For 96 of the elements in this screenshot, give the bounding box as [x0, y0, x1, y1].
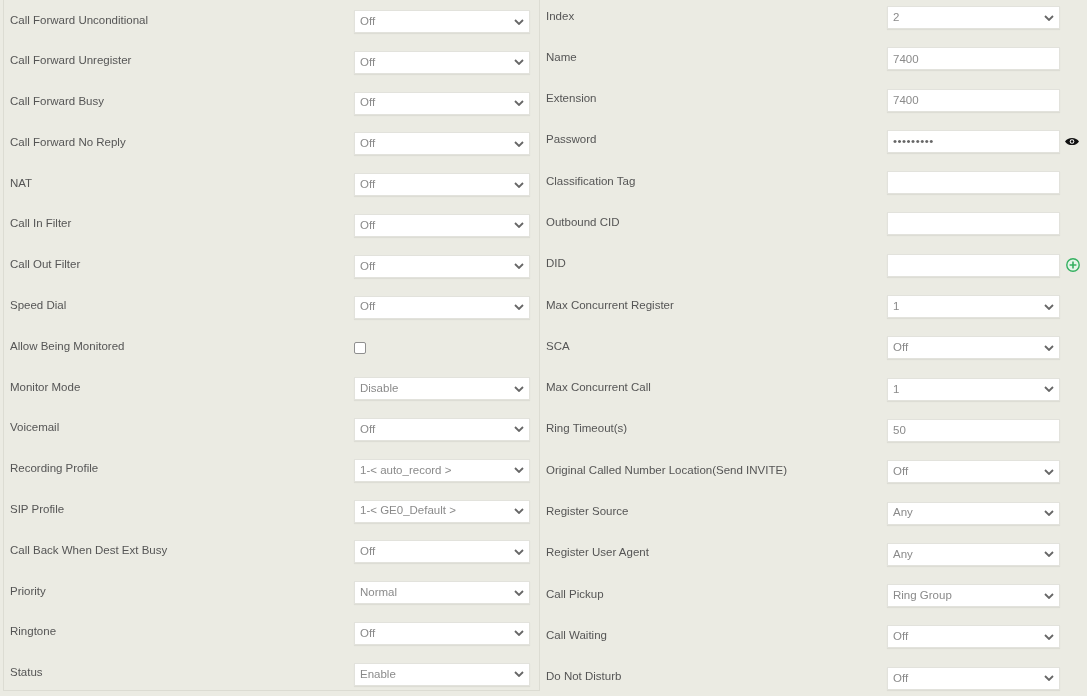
chevron-down-icon: [1044, 675, 1054, 682]
field-label: Call Forward Unregister: [10, 53, 133, 68]
field-label: Extension: [546, 91, 598, 106]
select-field[interactable]: Any: [887, 542, 1060, 566]
chevron-down-icon: [514, 467, 524, 474]
field-label: SIP Profile: [10, 502, 66, 517]
field-label: Call Back When Dest Ext Busy: [10, 542, 169, 557]
field-label: Monitor Mode: [10, 379, 82, 394]
field-label: Max Concurrent Call: [546, 380, 652, 395]
chevron-down-icon: [514, 140, 524, 147]
field-label: Call In Filter: [10, 216, 73, 231]
text-field[interactable]: [887, 212, 1060, 236]
field-label: DID: [546, 256, 567, 271]
chevron-down-icon: [514, 630, 524, 637]
chevron-down-icon: [1044, 468, 1054, 475]
select-field[interactable]: Off: [354, 254, 530, 278]
select-field[interactable]: 2: [887, 6, 1060, 29]
field-label: Original Called Number Location(Send INVITE): [546, 462, 788, 477]
field-label: Call Forward Unconditional: [10, 12, 150, 27]
select-field[interactable]: Enable: [354, 662, 530, 686]
chevron-down-icon: [514, 181, 524, 188]
field-label: Ring Timeout(s): [546, 421, 629, 436]
field-label: Classification Tag: [546, 173, 637, 188]
field-label: Status: [10, 665, 44, 680]
field-label: SCA: [546, 338, 571, 353]
field-label: Call Waiting: [546, 627, 608, 642]
text-field[interactable]: [887, 171, 1060, 195]
chevron-down-icon: [1044, 386, 1054, 393]
select-field[interactable]: Off: [354, 295, 530, 319]
field-label: Voicemail: [10, 420, 61, 435]
select-field[interactable]: 1-< GE0_Default >: [354, 499, 530, 523]
chevron-down-icon: [514, 304, 524, 311]
field-label: Call Pickup: [546, 586, 605, 601]
chevron-down-icon: [514, 671, 524, 678]
field-label: Outbound CID: [546, 215, 621, 229]
text-field[interactable]: 7400: [887, 47, 1060, 71]
chevron-down-icon: [514, 100, 524, 107]
chevron-down-icon: [514, 426, 524, 433]
select-field[interactable]: Off: [354, 621, 530, 645]
field-label: Index: [546, 8, 576, 23]
field-label: Name: [546, 49, 578, 64]
select-field[interactable]: Any: [887, 501, 1060, 525]
chevron-down-icon: [1044, 14, 1054, 21]
chevron-down-icon: [514, 263, 524, 270]
field-label: Call Forward Busy: [10, 94, 105, 109]
select-field[interactable]: Off: [887, 625, 1060, 649]
checkbox[interactable]: [354, 341, 366, 354]
field-label: Register User Agent: [546, 545, 650, 560]
password-field[interactable]: •••••••••: [887, 129, 1060, 153]
select-field[interactable]: Ring Group: [887, 584, 1060, 608]
field-label: Password: [546, 132, 598, 147]
chevron-down-icon: [1044, 510, 1054, 517]
field-label: Call Forward No Reply: [10, 134, 127, 149]
chevron-down-icon: [1044, 592, 1054, 599]
chevron-down-icon: [1044, 303, 1054, 310]
chevron-down-icon: [1044, 633, 1054, 640]
field-label: Max Concurrent Register: [546, 297, 675, 312]
text-field[interactable]: [887, 253, 1060, 277]
select-field[interactable]: 1: [887, 295, 1060, 319]
select-field[interactable]: Off: [354, 91, 530, 115]
field-label: Register Source: [546, 504, 630, 519]
field-label: Allow Being Monitored: [10, 338, 126, 353]
chevron-down-icon: [1044, 551, 1054, 558]
field-label: NAT: [10, 175, 34, 190]
chevron-down-icon: [514, 589, 524, 596]
select-field[interactable]: Off: [887, 460, 1060, 484]
chevron-down-icon: [514, 548, 524, 555]
chevron-down-icon: [514, 222, 524, 229]
select-field[interactable]: Off: [354, 214, 530, 237]
select-field[interactable]: 1: [887, 377, 1060, 401]
field-label: Ringtone: [10, 624, 58, 639]
select-field[interactable]: Off: [354, 173, 530, 197]
field-label: Priority: [10, 583, 47, 598]
select-field[interactable]: Off: [354, 540, 530, 564]
field-label: Call Out Filter: [10, 257, 82, 272]
eye-icon[interactable]: [1065, 136, 1079, 146]
field-label: Recording Profile: [10, 461, 100, 476]
select-field[interactable]: Off: [354, 132, 530, 156]
select-field[interactable]: Disable: [354, 377, 530, 401]
select-field[interactable]: Off: [887, 666, 1060, 690]
select-field[interactable]: Off: [354, 417, 530, 441]
select-field[interactable]: Off: [887, 336, 1060, 360]
chevron-down-icon: [514, 18, 524, 25]
select-field[interactable]: Normal: [354, 581, 530, 605]
text-field[interactable]: 50: [887, 418, 1060, 442]
select-field[interactable]: 1-< auto_record >: [354, 458, 530, 482]
chevron-down-icon: [1044, 344, 1054, 351]
chevron-down-icon: [514, 385, 524, 392]
field-label: Do Not Disturb: [546, 669, 623, 684]
field-label: Speed Dial: [10, 298, 68, 313]
select-field[interactable]: Off: [354, 50, 530, 74]
plus-circle-icon[interactable]: [1066, 258, 1080, 273]
select-field[interactable]: Off: [354, 10, 530, 33]
text-field[interactable]: 7400: [887, 88, 1060, 112]
chevron-down-icon: [514, 508, 524, 515]
chevron-down-icon: [514, 59, 524, 66]
